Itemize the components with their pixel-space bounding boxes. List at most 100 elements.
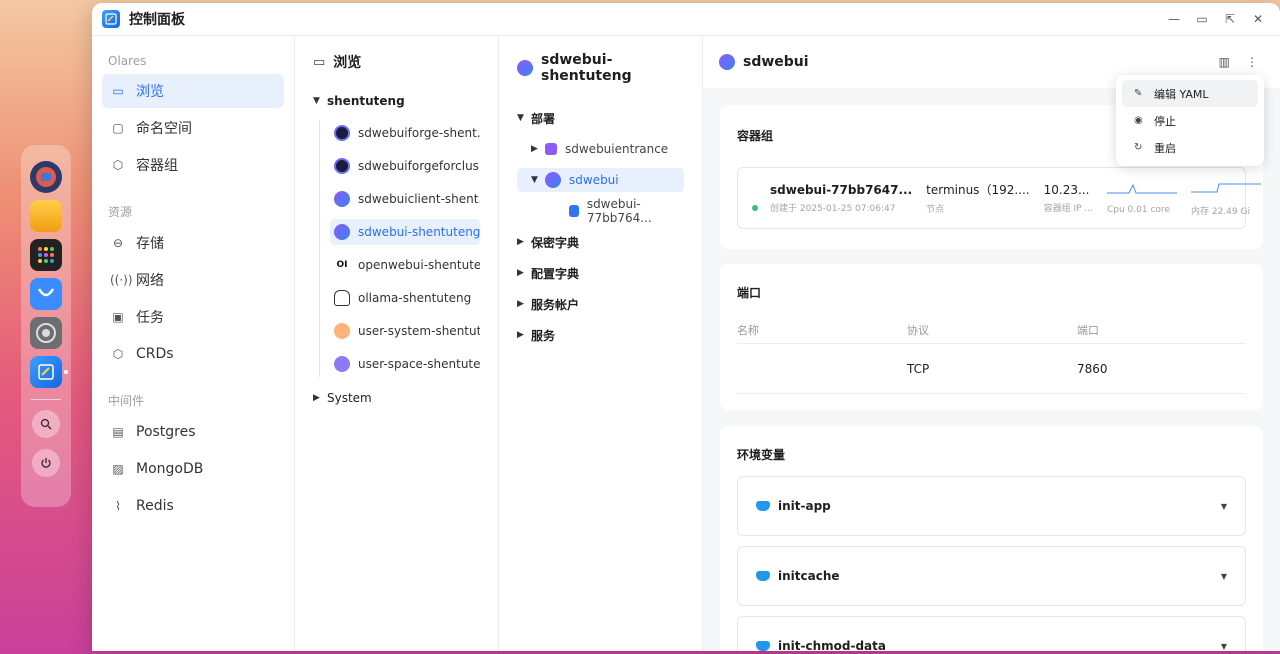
namespace-item[interactable]: sdwebuiforgeforclus... bbox=[330, 153, 480, 179]
openwebui-icon: OI bbox=[336, 260, 348, 270]
dock-divider bbox=[31, 399, 61, 400]
tree-root-shentuteng[interactable]: ▼ shentuteng bbox=[313, 94, 480, 108]
chart-icon: ▤ bbox=[112, 425, 124, 439]
caret-down-icon[interactable]: ▼ bbox=[313, 96, 327, 106]
pod-ip: 10.23... bbox=[1043, 182, 1090, 197]
close-icon[interactable]: ✕ bbox=[1250, 12, 1266, 26]
titlebar: 控制面板 — ▭ ⇱ ✕ bbox=[92, 3, 1280, 36]
chevron-down-icon[interactable]: ▼ bbox=[1221, 502, 1227, 511]
files-app-icon[interactable] bbox=[30, 200, 62, 232]
settings-app-icon[interactable] bbox=[30, 317, 62, 349]
sidebar-item-label: 网络 bbox=[136, 273, 164, 289]
sidebar-item-namespace[interactable]: ▢ 命名空间 bbox=[102, 111, 284, 145]
detail-title: sdwebui bbox=[743, 54, 809, 70]
ollama-icon bbox=[334, 290, 350, 306]
caret-right-icon[interactable]: ▶ bbox=[517, 237, 531, 247]
menu-item-stop[interactable]: ◉ 停止 bbox=[1122, 107, 1258, 134]
table-row: TCP 7860 bbox=[737, 344, 1246, 394]
sidebar-item-label: MongoDB bbox=[136, 461, 204, 477]
tree-node-deploy[interactable]: ▼ 部署 bbox=[517, 106, 684, 130]
env-container-item[interactable]: initcache ▼ bbox=[737, 546, 1246, 606]
sidebar-item-browse[interactable]: ▭ 浏览 bbox=[102, 74, 284, 108]
tree-node-services[interactable]: ▶ 服务 bbox=[517, 323, 684, 347]
tree-node-sdwebuientrance[interactable]: ▶ sdwebuientrance bbox=[517, 137, 684, 161]
namespace-label: ollama-shentuteng bbox=[358, 291, 472, 305]
namespace-item[interactable]: ollama-shentuteng bbox=[330, 285, 480, 311]
namespace-item[interactable]: user-space-shentute... bbox=[330, 351, 480, 377]
sdwebui-icon bbox=[517, 60, 533, 76]
namespace-label: sdwebuiforge-shent... bbox=[358, 126, 480, 140]
sidebar-item-postgres[interactable]: ▤ Postgres bbox=[102, 415, 284, 449]
tree-node-label: 服务 bbox=[531, 328, 556, 343]
tree-root-system[interactable]: ▶ System bbox=[313, 391, 480, 405]
minimize-icon[interactable]: — bbox=[1166, 12, 1182, 26]
menu-item-edit-yaml[interactable]: ✎ 编辑 YAML bbox=[1122, 80, 1258, 107]
tree-node-label: 配置字典 bbox=[531, 266, 580, 281]
menu-item-restart[interactable]: ↻ 重启 bbox=[1122, 134, 1258, 161]
caret-right-icon[interactable]: ▶ bbox=[313, 393, 327, 403]
namespace-item[interactable]: OI openwebui-shentute... bbox=[330, 252, 481, 278]
tree-node-service-accounts[interactable]: ▶ 服务帐户 bbox=[517, 292, 684, 316]
sidebar-item-storage[interactable]: ⊖ 存储 bbox=[102, 226, 284, 260]
sidebar-item-label: 命名空间 bbox=[136, 121, 192, 137]
chevron-down-icon[interactable]: ▼ bbox=[1221, 572, 1227, 581]
dock bbox=[21, 145, 71, 507]
popout-icon[interactable]: ⇱ bbox=[1222, 12, 1238, 26]
tree-node-label: sdwebui bbox=[569, 173, 619, 187]
menu-item-label: 重启 bbox=[1154, 141, 1176, 155]
sidebar-item-redis[interactable]: ⌇ Redis bbox=[102, 489, 284, 523]
network-icon: ((·)) bbox=[110, 273, 133, 287]
sidebar-item-label: 浏览 bbox=[136, 84, 164, 100]
sidebar-item-jobs[interactable]: ▣ 任务 bbox=[102, 300, 284, 334]
briefcase-icon: ▣ bbox=[112, 310, 124, 324]
avatar[interactable] bbox=[30, 161, 62, 193]
browse-title: 浏览 bbox=[333, 55, 362, 71]
caret-down-icon[interactable]: ▼ bbox=[531, 175, 545, 185]
namespace-label: sdwebuiclient-shent... bbox=[358, 192, 480, 206]
monitor-icon: ▭ bbox=[112, 84, 124, 98]
namespace-item[interactable]: sdwebui-shentuteng bbox=[330, 219, 480, 245]
tree-node-secrets[interactable]: ▶ 保密字典 bbox=[517, 230, 684, 254]
env-container-item[interactable]: init-app ▼ bbox=[737, 476, 1246, 536]
sidebar: Olares ▭ 浏览 ▢ 命名空间 ⬡ 容器组 资源 ⊖ 存储 ((·)) 网… bbox=[92, 36, 295, 651]
caret-down-icon[interactable]: ▼ bbox=[517, 113, 531, 123]
sdwebui-icon bbox=[334, 191, 350, 207]
namespace-item[interactable]: sdwebuiforge-shent... bbox=[330, 120, 480, 146]
sidebar-item-pods[interactable]: ⬡ 容器组 bbox=[102, 148, 284, 182]
port-number: 7860 bbox=[1077, 361, 1108, 376]
search-icon[interactable] bbox=[32, 410, 60, 438]
power-icon[interactable] bbox=[32, 449, 60, 477]
sidebar-item-network[interactable]: ((·)) 网络 bbox=[102, 263, 284, 297]
namespace-item[interactable]: sdwebuiclient-shent... bbox=[330, 186, 480, 212]
sidebar-item-label: Postgres bbox=[136, 424, 196, 440]
more-options-icon[interactable]: ⋮ bbox=[1246, 55, 1258, 69]
caret-right-icon[interactable]: ▶ bbox=[517, 330, 531, 340]
market-app-icon[interactable] bbox=[30, 278, 62, 310]
namespace-label: sdwebui-shentuteng bbox=[358, 225, 480, 239]
deployment-icon bbox=[545, 143, 557, 155]
tree-node-sdwebui[interactable]: ▼ sdwebui bbox=[517, 168, 684, 192]
section-label: Olares bbox=[108, 54, 147, 68]
docker-icon bbox=[756, 641, 770, 651]
chevron-down-icon[interactable]: ▼ bbox=[1221, 642, 1227, 651]
tree-node-configmaps[interactable]: ▶ 配置字典 bbox=[517, 261, 684, 285]
actions-menu: ✎ 编辑 YAML ◉ 停止 ↻ 重启 bbox=[1116, 75, 1264, 166]
metrics-icon[interactable]: ▥ bbox=[1219, 55, 1230, 69]
caret-right-icon[interactable]: ▶ bbox=[517, 268, 531, 278]
pod-row[interactable]: sdwebui-77bb7647... 创建于 2025-01-25 07:06… bbox=[737, 167, 1261, 229]
sidebar-item-crds[interactable]: ⬡ CRDs bbox=[102, 337, 284, 371]
menu-item-label: 编辑 YAML bbox=[1154, 87, 1209, 101]
namespace-label: openwebui-shentute... bbox=[358, 258, 480, 272]
maximize-icon[interactable]: ▭ bbox=[1194, 12, 1210, 26]
sidebar-item-mongodb[interactable]: ▨ MongoDB bbox=[102, 452, 284, 486]
namespace-item[interactable]: user-system-shentut... bbox=[330, 318, 480, 344]
env-container-label: initcache bbox=[778, 569, 840, 583]
tree-node-pod[interactable]: sdwebui-77bb764... bbox=[517, 197, 684, 225]
caret-right-icon[interactable]: ▶ bbox=[531, 144, 545, 154]
active-indicator bbox=[64, 370, 68, 374]
env-container-item[interactable]: init-chmod-data ▼ bbox=[737, 616, 1246, 651]
launcher-app-icon[interactable] bbox=[30, 239, 62, 271]
control-panel-app-icon[interactable] bbox=[30, 356, 68, 388]
caret-right-icon[interactable]: ▶ bbox=[517, 299, 531, 309]
port-protocol: TCP bbox=[907, 361, 930, 376]
